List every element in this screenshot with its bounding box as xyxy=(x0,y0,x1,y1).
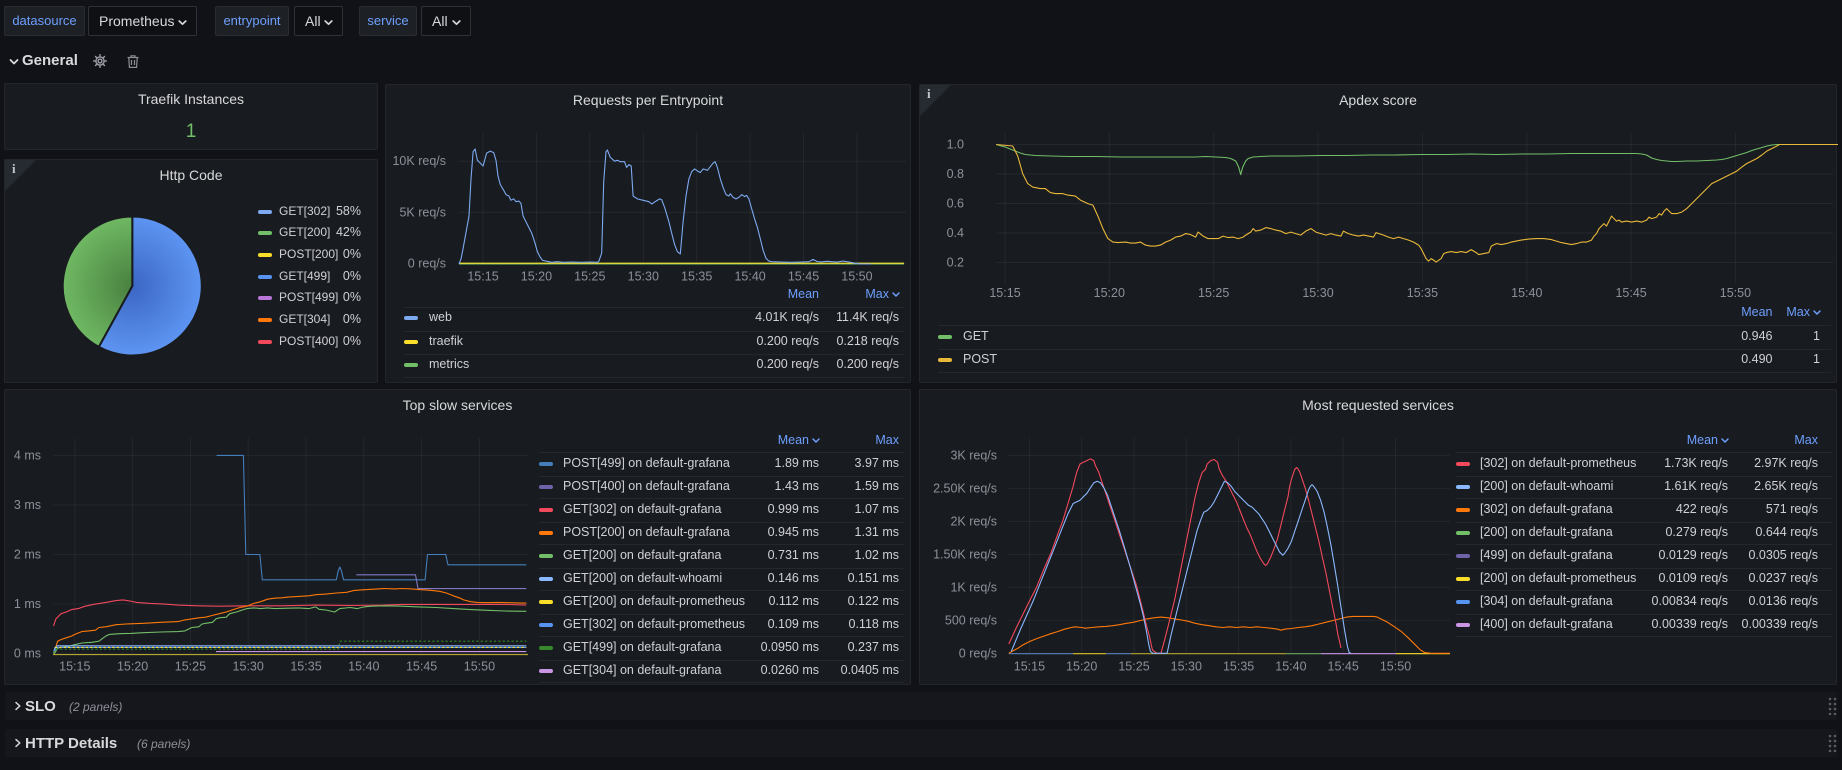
svg-text:15:15: 15:15 xyxy=(989,286,1020,300)
svg-text:2 ms: 2 ms xyxy=(14,547,41,561)
svg-text:15:45: 15:45 xyxy=(1615,286,1646,300)
svg-text:15:30: 15:30 xyxy=(1302,286,1333,300)
svg-text:1.0: 1.0 xyxy=(947,138,964,152)
svg-text:3K req/s: 3K req/s xyxy=(950,448,997,462)
svg-text:0.6: 0.6 xyxy=(947,197,964,211)
svg-text:15:50: 15:50 xyxy=(1720,286,1751,300)
svg-text:15:20: 15:20 xyxy=(1094,286,1125,300)
svg-text:5K req/s: 5K req/s xyxy=(399,205,446,219)
svg-text:15:25: 15:25 xyxy=(1198,286,1229,300)
svg-text:15:50: 15:50 xyxy=(1380,660,1411,674)
svg-text:3 ms: 3 ms xyxy=(14,498,41,512)
svg-text:15:35: 15:35 xyxy=(1223,660,1254,674)
svg-text:500 req/s: 500 req/s xyxy=(945,613,997,627)
svg-text:15:45: 15:45 xyxy=(788,270,819,284)
svg-text:15:30: 15:30 xyxy=(233,660,264,674)
svg-text:15:15: 15:15 xyxy=(59,660,90,674)
svg-text:0 ms: 0 ms xyxy=(14,646,41,660)
svg-text:0 req/s: 0 req/s xyxy=(959,646,997,660)
svg-text:15:35: 15:35 xyxy=(681,270,712,284)
svg-text:15:15: 15:15 xyxy=(467,270,498,284)
svg-text:1.50K req/s: 1.50K req/s xyxy=(933,547,997,561)
svg-text:2.50K req/s: 2.50K req/s xyxy=(933,481,997,495)
svg-text:15:30: 15:30 xyxy=(628,270,659,284)
svg-text:15:40: 15:40 xyxy=(1511,286,1542,300)
svg-text:15:35: 15:35 xyxy=(1407,286,1438,300)
svg-text:15:50: 15:50 xyxy=(464,660,495,674)
svg-text:0 req/s: 0 req/s xyxy=(408,257,446,271)
svg-text:1K req/s: 1K req/s xyxy=(950,580,997,594)
svg-text:15:30: 15:30 xyxy=(1171,660,1202,674)
svg-text:2K req/s: 2K req/s xyxy=(950,514,997,528)
svg-text:15:45: 15:45 xyxy=(1328,660,1359,674)
svg-text:15:40: 15:40 xyxy=(734,270,765,284)
svg-text:4 ms: 4 ms xyxy=(14,448,41,462)
svg-text:1 ms: 1 ms xyxy=(14,597,41,611)
svg-text:0.2: 0.2 xyxy=(947,256,964,270)
svg-text:15:20: 15:20 xyxy=(521,270,552,284)
svg-text:15:45: 15:45 xyxy=(406,660,437,674)
svg-text:15:15: 15:15 xyxy=(1014,660,1045,674)
svg-text:15:25: 15:25 xyxy=(574,270,605,284)
svg-text:15:20: 15:20 xyxy=(117,660,148,674)
svg-text:15:25: 15:25 xyxy=(175,660,206,674)
svg-text:10K req/s: 10K req/s xyxy=(392,154,446,168)
svg-text:15:50: 15:50 xyxy=(841,270,872,284)
svg-text:15:40: 15:40 xyxy=(348,660,379,674)
svg-text:15:25: 15:25 xyxy=(1118,660,1149,674)
svg-text:0.8: 0.8 xyxy=(947,167,964,181)
svg-text:15:20: 15:20 xyxy=(1066,660,1097,674)
svg-text:15:40: 15:40 xyxy=(1275,660,1306,674)
svg-text:15:35: 15:35 xyxy=(290,660,321,674)
svg-text:0.4: 0.4 xyxy=(947,226,964,240)
